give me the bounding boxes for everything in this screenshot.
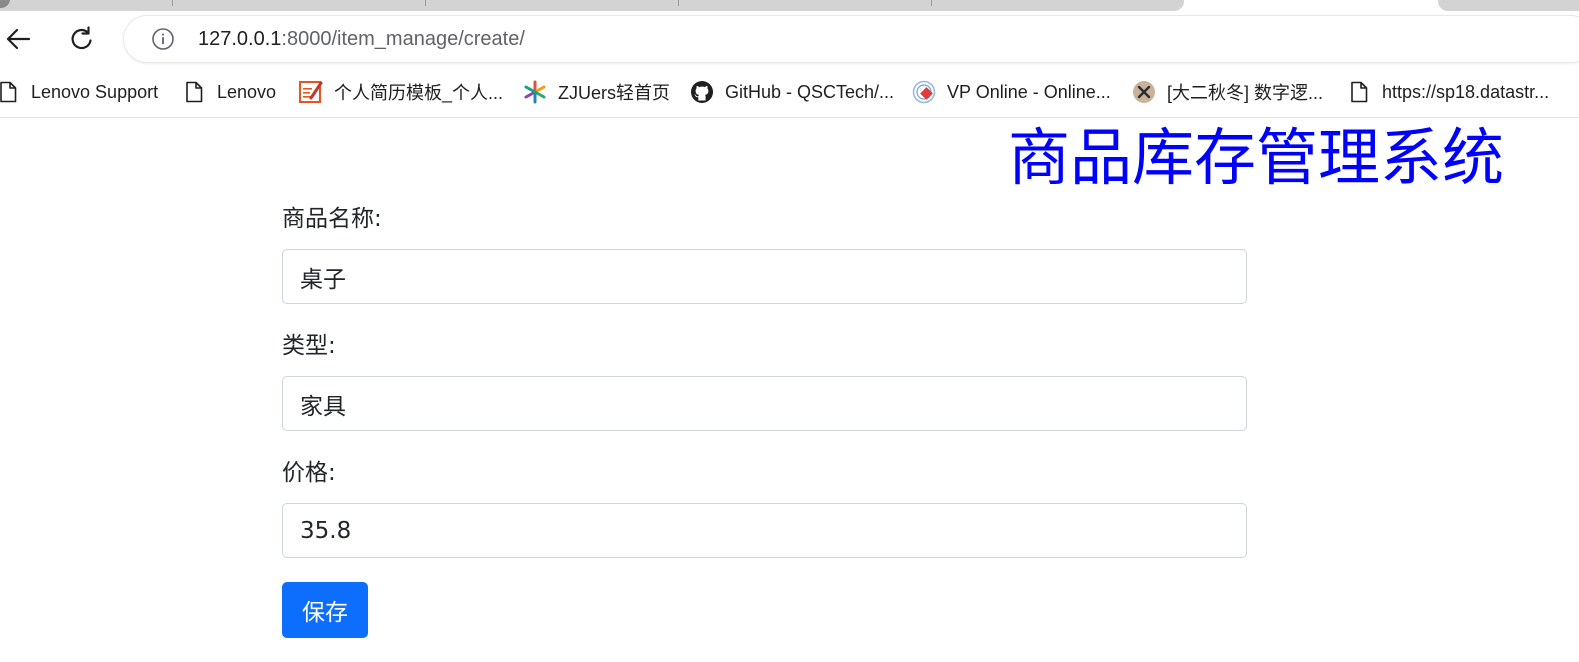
- tab-strip: [0, 0, 1579, 11]
- tab-favicon-icon: [0, 0, 10, 8]
- bookmark-label: [大二秋冬] 数字逻...: [1167, 83, 1324, 103]
- inactive-tab-right[interactable]: [1438, 0, 1579, 11]
- page-content: 商品库存管理系统 商品名称: 类型: 价格: 保存: [0, 118, 1579, 662]
- asterisk-logo-icon: [523, 80, 547, 104]
- bookmark-resume-template[interactable]: 个人简历模板_个人...: [299, 79, 503, 105]
- browser-toolbar: 127.0.0.1:8000/item_manage/create/: [0, 11, 1579, 67]
- bookmark-vp-online[interactable]: VP Online - Online...: [912, 79, 1111, 105]
- bookmark-label: VP Online - Online...: [947, 81, 1111, 102]
- document-icon: [0, 80, 20, 104]
- bookmark-label: Lenovo: [217, 81, 277, 102]
- avatar-icon: [1132, 80, 1156, 104]
- inactive-tabs[interactable]: [0, 0, 1184, 11]
- site-info-icon[interactable]: [151, 27, 175, 51]
- tab-separator: [425, 0, 426, 6]
- vp-online-icon: [912, 80, 936, 104]
- item-type-label: 类型:: [282, 333, 336, 359]
- bookmark-lenovo-support[interactable]: Lenovo Support: [0, 79, 158, 105]
- item-name-input[interactable]: [282, 249, 1247, 304]
- bookmark-label: ZJUers轻首页: [558, 83, 670, 103]
- bookmark-digital-logic[interactable]: [大二秋冬] 数字逻...: [1132, 79, 1323, 105]
- back-arrow-icon: [6, 28, 31, 50]
- save-button[interactable]: 保存: [282, 582, 368, 638]
- item-price-label: 价格:: [282, 460, 336, 486]
- bookmark-label: 个人简历模板_个人...: [334, 83, 504, 103]
- github-icon: [690, 80, 714, 104]
- tab-separator: [678, 0, 679, 6]
- item-name-label: 商品名称:: [282, 206, 382, 232]
- bookmarks-bar: Lenovo Support Lenovo 个人简历模板_个人... ZJUer…: [0, 67, 1579, 118]
- bookmark-lenovo[interactable]: Lenovo: [182, 79, 276, 105]
- bookmark-label: https://sp18.datastr...: [1382, 81, 1550, 102]
- page-title: 商品库存管理系统: [1008, 121, 1505, 194]
- address-bar[interactable]: 127.0.0.1:8000/item_manage/create/: [124, 16, 1579, 62]
- document-icon: [1347, 80, 1371, 104]
- url-host: 127.0.0.1: [198, 28, 282, 50]
- reload-icon: [71, 26, 92, 50]
- url-text: 127.0.0.1:8000/item_manage/create/: [198, 27, 525, 51]
- document-icon: [182, 80, 206, 104]
- tab-separator: [931, 0, 932, 6]
- bookmark-github[interactable]: GitHub - QSCTech/...: [690, 79, 894, 105]
- url-path: :8000/item_manage/create/: [281, 28, 525, 50]
- bookmark-label: Lenovo Support: [31, 81, 159, 102]
- bookmark-label: GitHub - QSCTech/...: [725, 81, 895, 102]
- resume-site-icon: [299, 80, 323, 104]
- bookmark-zjuers[interactable]: ZJUers轻首页: [523, 79, 670, 105]
- back-button[interactable]: [0, 21, 36, 57]
- bookmark-datastructur[interactable]: https://sp18.datastr...: [1347, 79, 1549, 105]
- tab-separator: [172, 0, 173, 6]
- item-price-input[interactable]: [282, 503, 1247, 558]
- reload-button[interactable]: [64, 21, 100, 57]
- item-type-input[interactable]: [282, 376, 1247, 431]
